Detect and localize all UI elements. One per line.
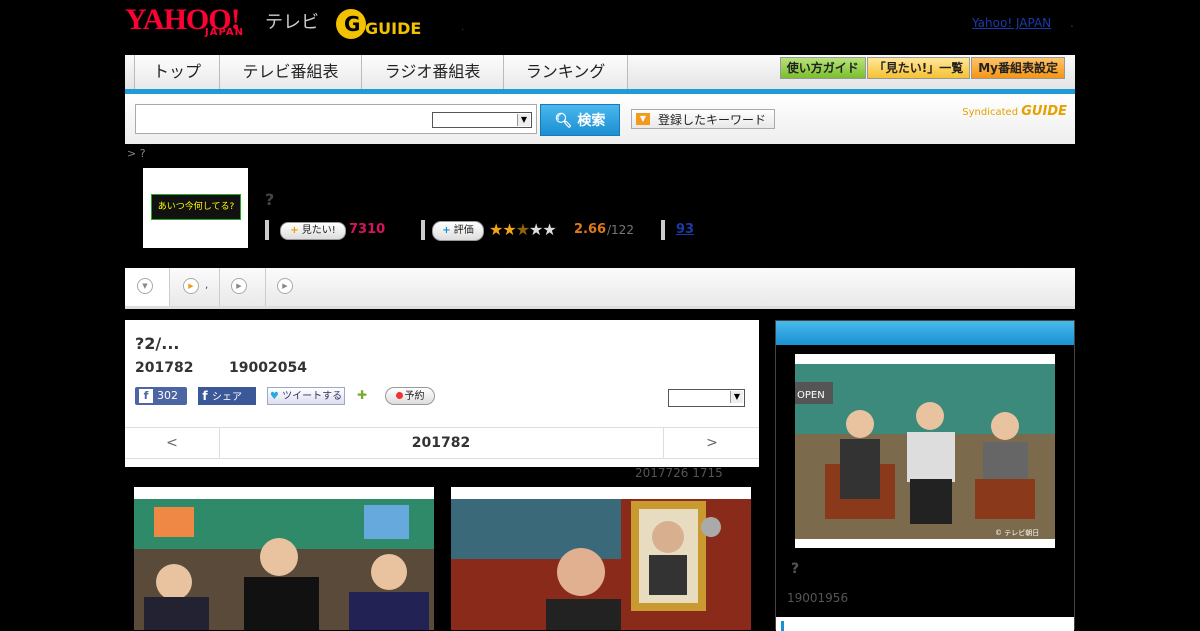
yahoo-japan-link[interactable]: Yahoo! JAPAN	[972, 16, 1051, 30]
subtab-2[interactable]: ▶ ,	[169, 268, 220, 306]
search-category-select[interactable]: ▼	[432, 112, 532, 128]
episode-number: 19002054	[229, 360, 307, 376]
twitter-bird-icon: ♥︎	[269, 391, 279, 402]
program-subtabs: ▼ ▶ , ▶ ▶	[125, 268, 1075, 309]
nav-tab-top[interactable]: トップ	[135, 55, 220, 89]
date-navigation: < 201782 >	[125, 427, 759, 459]
episode-select[interactable]: ▼	[668, 389, 745, 407]
guide-button[interactable]: 使い方ガイド	[779, 57, 866, 79]
comments-count-link[interactable]: 93	[676, 222, 694, 237]
registered-keywords-label: 登録したキーワード	[658, 113, 767, 127]
bookmark-add-icon[interactable]: ✚	[357, 388, 373, 404]
chevron-down-icon: ▼	[636, 113, 650, 125]
nav-buttons: 使い方ガイド 「見たい!」一覧 My番組表設定	[779, 57, 1065, 79]
header-dot: .	[461, 22, 465, 33]
star-icon: ★	[542, 220, 556, 239]
related-episode-number: 19001956	[787, 591, 849, 605]
registered-keywords-button[interactable]: ▼ 登録したキーワード	[631, 109, 775, 129]
rating-count: /122	[607, 223, 634, 237]
tweet-label: ツイートする	[282, 391, 343, 402]
subtab-2-label: ,	[205, 280, 209, 291]
syndicated-gguide-logo: Syndicated GUIDE	[962, 104, 1067, 119]
next-date-button[interactable]: >	[663, 428, 760, 458]
subtab-4[interactable]: ▶	[265, 268, 295, 306]
search-bar: ▼ 🔍︎ 検索 ▼ 登録したキーワード Syndicated GUIDE	[125, 94, 1075, 144]
program-title: ?	[265, 190, 275, 209]
mitai-button[interactable]: + 見たい!	[280, 222, 346, 240]
plus-icon: +	[442, 225, 451, 236]
facebook-icon: f	[139, 389, 153, 403]
photo-credit: © テレビ朝日	[995, 528, 1039, 537]
play-icon: ▶	[231, 278, 247, 294]
play-icon: ▶	[183, 278, 199, 294]
main-nav: トップ テレビ番組表 ラジオ番組表 ランキング 使い方ガイド 「見たい!」一覧 …	[125, 55, 1075, 94]
rate-label: 評価	[453, 225, 474, 236]
current-date: 201782	[411, 435, 471, 451]
related-panel-footer	[776, 617, 1074, 631]
episode-title: ?2/...	[135, 334, 180, 353]
gguide-logo-text: GUIDE	[365, 19, 421, 38]
tweet-button[interactable]: ♥︎ ツイートする	[267, 387, 345, 405]
facebook-like-count: 302	[157, 389, 178, 402]
episode-photo-1[interactable]	[134, 487, 434, 630]
star-icon: ★	[515, 220, 530, 239]
mitai-count: 7310	[349, 222, 386, 237]
mitai-list-button[interactable]: 「見たい!」一覧	[866, 57, 971, 79]
rating-stars: ★★★★★	[489, 220, 557, 239]
rate-button[interactable]: + 評価	[432, 221, 484, 241]
episode-photo-2[interactable]	[451, 487, 751, 630]
chevron-down-icon: ▼	[517, 114, 530, 126]
nav-tabs: トップ テレビ番組表 ラジオ番組表 ランキング	[134, 55, 628, 89]
related-title[interactable]: ?	[791, 561, 799, 577]
related-photo[interactable]: OPEN © テレビ朝日	[795, 354, 1055, 548]
facebook-share-label: シェア	[212, 392, 242, 403]
record-dot-icon	[395, 392, 403, 399]
search-button[interactable]: 🔍︎ 検索	[540, 104, 620, 136]
tv-logo-text[interactable]: テレビ	[265, 8, 319, 34]
episode-date: 201782	[135, 360, 194, 376]
program-thumbnail-title: あいつ今何してる?	[151, 194, 241, 220]
nav-tab-radio-schedule[interactable]: ラジオ番組表	[362, 55, 504, 89]
facebook-share-button[interactable]: f シェア	[198, 387, 256, 405]
subtab-3[interactable]: ▶	[219, 268, 266, 306]
chevron-down-icon: ▼	[137, 278, 153, 294]
search-icon: 🔍︎	[554, 113, 573, 129]
syndicated-text: Syndicated	[962, 107, 1019, 118]
star-icon: ★	[489, 220, 503, 239]
plus-icon: +	[290, 225, 299, 236]
reserve-label: 予約	[404, 391, 425, 402]
divider	[265, 220, 269, 240]
reserve-button[interactable]: 予約	[385, 387, 435, 405]
star-icon: ★	[529, 220, 543, 239]
yahoo-japan-logo-text: JAPAN	[205, 27, 244, 38]
star-icon: ★	[502, 220, 516, 239]
gguide-logo-g: G	[344, 12, 360, 36]
svg-text:OPEN: OPEN	[797, 390, 825, 401]
program-thumbnail: あいつ今何してる?	[143, 168, 248, 248]
search-button-label: 検索	[577, 113, 606, 129]
divider	[661, 220, 665, 240]
header-dot-right: .	[1070, 16, 1074, 30]
my-schedule-settings-button[interactable]: My番組表設定	[971, 57, 1065, 79]
episode-panel: ?2/... 201782 19002054 f 302 f シェア ♥︎ ツイート…	[125, 320, 759, 467]
related-panel: OPEN © テレビ朝日 ? 19001956	[775, 320, 1075, 631]
nav-tab-tv-schedule[interactable]: テレビ番組表	[220, 55, 362, 89]
facebook-like-button[interactable]: f 302	[135, 387, 187, 405]
chevron-down-icon: ▼	[730, 391, 743, 403]
rating-value: 2.66	[574, 222, 607, 237]
breadcrumb[interactable]: > ?	[127, 147, 146, 160]
related-panel-header	[776, 321, 1074, 345]
gguide-logo[interactable]: G GUIDE	[335, 6, 431, 42]
mitai-label: 見たい!	[301, 225, 336, 236]
divider	[421, 220, 425, 240]
play-icon: ▶	[277, 278, 293, 294]
nav-tab-ranking[interactable]: ランキング	[504, 55, 628, 89]
facebook-icon: f	[202, 389, 208, 403]
updated-timestamp: 2017726 1715	[635, 466, 723, 480]
syndicated-logo-text: GUIDE	[1021, 104, 1067, 119]
subtab-1[interactable]: ▼	[125, 268, 170, 306]
prev-date-button[interactable]: <	[125, 428, 220, 458]
